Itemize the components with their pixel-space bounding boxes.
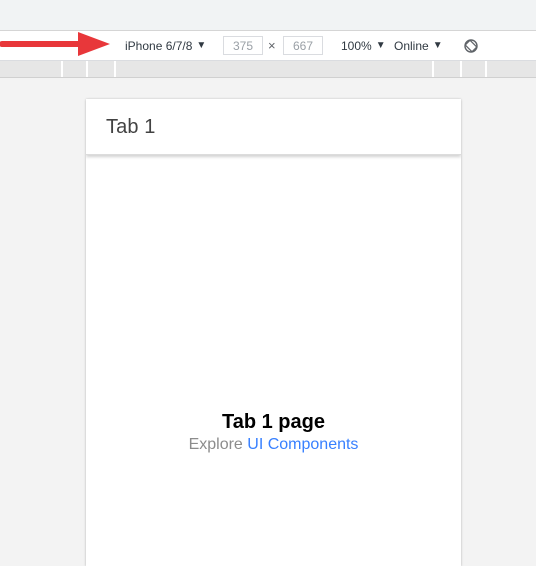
network-throttle-label: Online bbox=[394, 38, 429, 53]
ui-components-link[interactable]: UI Components bbox=[247, 436, 358, 453]
device-select-label: iPhone 6/7/8 bbox=[125, 38, 193, 53]
device-select-dropdown[interactable]: iPhone 6/7/8 ▼ bbox=[125, 31, 206, 60]
page-heading: Tab 1 page bbox=[222, 411, 325, 433]
page-content: Tab 1 page Explore UI Components bbox=[86, 410, 461, 455]
ruler-tick bbox=[86, 61, 88, 77]
app-header: Tab 1 bbox=[86, 99, 461, 155]
dimension-separator: × bbox=[268, 38, 276, 53]
page-title: Tab 1 bbox=[106, 116, 156, 138]
top-strip bbox=[0, 0, 536, 31]
ruler-tick bbox=[114, 61, 116, 77]
device-screen: Tab 1 Tab 1 page Explore UI Components bbox=[86, 99, 461, 566]
ruler-tick bbox=[460, 61, 462, 77]
rotate-icon[interactable] bbox=[463, 38, 479, 54]
annotation-arrow-icon bbox=[0, 32, 110, 56]
devtools-device-mode-screen: iPhone 6/7/8 ▼ × 100% ▼ Online ▼ bbox=[0, 0, 536, 566]
width-input[interactable] bbox=[223, 36, 263, 55]
zoom-select-label: 100% bbox=[341, 38, 372, 53]
explore-text: Explore UI Components bbox=[86, 435, 461, 455]
ruler-tick bbox=[432, 61, 434, 77]
explore-prefix: Explore bbox=[188, 436, 248, 453]
network-throttle-dropdown[interactable]: Online ▼ bbox=[394, 31, 443, 60]
chevron-down-icon: ▼ bbox=[196, 40, 207, 51]
height-input[interactable] bbox=[283, 36, 323, 55]
ruler-tick bbox=[485, 61, 487, 77]
chevron-down-icon: ▼ bbox=[375, 40, 386, 51]
media-query-ruler bbox=[0, 61, 536, 78]
zoom-select-dropdown[interactable]: 100% ▼ bbox=[341, 31, 386, 60]
chevron-down-icon: ▼ bbox=[432, 40, 443, 51]
ruler-tick bbox=[61, 61, 63, 77]
